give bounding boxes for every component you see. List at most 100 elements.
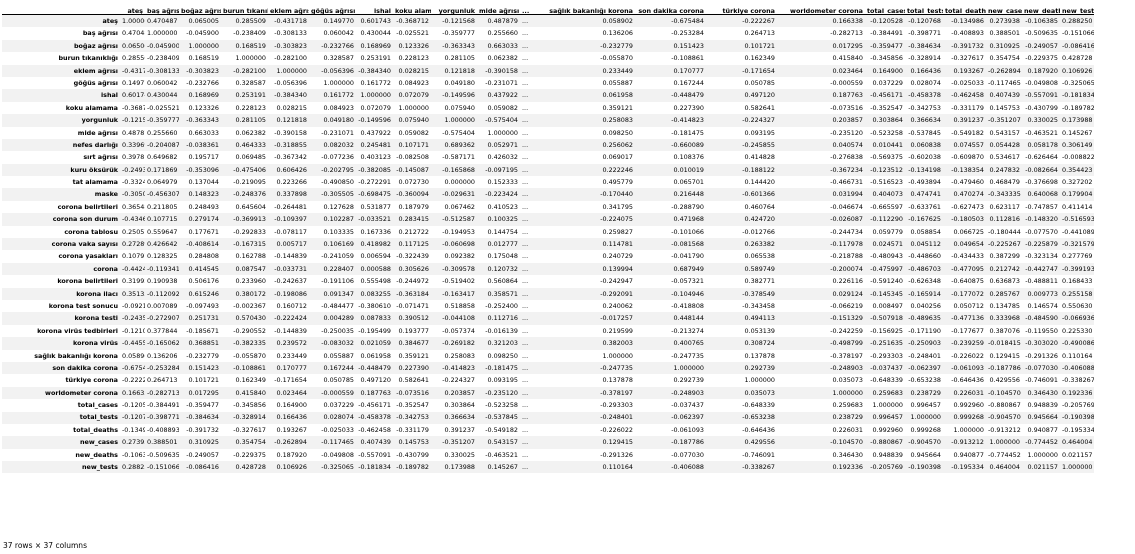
cell-ellipsis: ... xyxy=(522,463,529,472)
table-cell: -0.248376 xyxy=(233,190,266,199)
table-cell: 0.339694 xyxy=(122,140,145,149)
table-cell: 0.550630 xyxy=(1062,301,1093,310)
table-cell: 0.072730 xyxy=(398,178,430,187)
table-cell: 0.129415 xyxy=(989,351,1021,360)
table-cell: -0.414823 xyxy=(442,363,475,372)
table-cell: 0.601743 xyxy=(360,16,392,25)
table-cell: -0.272291 xyxy=(358,178,391,187)
table-cell: 0.058854 xyxy=(910,227,942,236)
table-cell: -0.303823 xyxy=(186,66,219,75)
table-cell: 0.388501 xyxy=(989,29,1021,38)
index-header xyxy=(2,2,120,15)
table-cell: 0.162349 xyxy=(235,376,267,385)
table-cell: -0.037437 xyxy=(870,363,903,372)
cell-ellipsis: ... xyxy=(522,103,529,112)
table-cell: -0.477095 xyxy=(951,264,984,273)
table-cell: 0.570430 xyxy=(235,314,267,323)
table-cell: 0.212742 xyxy=(989,264,1021,273)
table-header: ateşbaş ağrısıboğaz ağrısıburun tıkanıkl… xyxy=(2,2,1094,15)
table-cell: -0.253284 xyxy=(147,363,179,372)
table-cell: -0.000559 xyxy=(830,78,863,87)
table-cell: -0.378549 xyxy=(742,289,775,298)
cell-ellipsis: ... xyxy=(522,264,529,273)
table-cell: -0.264481 xyxy=(274,202,307,211)
table-cell: 0.168519 xyxy=(188,54,220,63)
table-cell: -0.904570 xyxy=(908,438,941,447)
table-cell: 0.285767 xyxy=(989,289,1021,298)
table-cell: -0.746091 xyxy=(742,450,775,459)
table-cell: -0.104570 xyxy=(988,388,1021,397)
table-cell: -0.242259 xyxy=(830,326,863,335)
table-cell: -0.282713 xyxy=(830,29,863,38)
table-cell: 0.397811 xyxy=(122,153,145,162)
table-cell: 0.354754 xyxy=(235,438,267,447)
table-cell: 1.000000 xyxy=(602,351,634,360)
table-cell: 0.024571 xyxy=(872,240,904,249)
table-cell: -0.092182 xyxy=(122,301,145,310)
row-label: mide ağrısı xyxy=(77,128,118,137)
table-cell: 0.054428 xyxy=(989,140,1021,149)
table-cell: -0.033521 xyxy=(358,215,391,224)
table-cell: 0.193267 xyxy=(276,425,308,434)
table-cell: -0.331179 xyxy=(951,103,984,112)
table-cell: -0.149596 xyxy=(358,116,391,125)
table-cell: -0.224327 xyxy=(442,376,475,385)
column-header: new_tests xyxy=(1060,2,1094,15)
row-label: corona son durum xyxy=(52,215,118,224)
table-cell: -0.252400 xyxy=(485,301,518,310)
table-cell: 0.049654 xyxy=(953,240,985,249)
table-cell: -0.549182 xyxy=(485,425,518,434)
row-label: ishal xyxy=(100,91,118,100)
table-cell: -0.253284 xyxy=(671,29,704,38)
table-cell: 0.615246 xyxy=(188,289,220,298)
column-header: ateş xyxy=(120,2,145,15)
row-label: korona test sonucu xyxy=(48,301,118,310)
table-row: yorgunluk -0.121568-0.359777 -0.363343 0.28… xyxy=(2,114,1094,127)
table-cell: 1.000000 xyxy=(953,425,985,434)
table-cell: 0.945664 xyxy=(1027,413,1059,422)
table-cell: 0.559647 xyxy=(147,227,178,236)
table-row: korona ilacı 0.351338-0.112092 0.615246 0.3… xyxy=(2,287,1094,300)
table-cell: -0.249341 xyxy=(122,165,145,174)
table-cell: -0.235120 xyxy=(485,388,518,397)
table-cell: -0.276838 xyxy=(830,153,863,162)
table-cell: -0.484590 xyxy=(1025,314,1058,323)
table-cell: -0.171654 xyxy=(742,66,775,75)
table-row: nefes darlığı 0.339694-0.204087 -0.038361 0… xyxy=(2,138,1094,152)
table-cell: -0.360094 xyxy=(396,190,429,199)
table-cell: 0.000588 xyxy=(360,264,392,273)
table-cell: -0.244734 xyxy=(830,227,863,236)
table-cell: 0.112816 xyxy=(989,215,1021,224)
table-cell: 0.049180 xyxy=(444,78,476,87)
table-row: korona virüs tedbirleri -0.1210640.377844… xyxy=(2,324,1094,338)
table-cell: 0.108376 xyxy=(673,153,705,162)
table-cell: 0.195717 xyxy=(188,153,220,162)
table-cell: -0.121064 xyxy=(122,326,145,335)
table-cell: 0.168433 xyxy=(1062,277,1093,286)
table-cell: 0.272892 xyxy=(122,240,145,249)
row-label: new_tests xyxy=(81,463,118,472)
table-cell: -0.057374 xyxy=(442,326,475,335)
table-cell: 0.192336 xyxy=(1062,388,1093,397)
table-row: maske -0.305005-0.456307 0.148323 -0.248376… xyxy=(2,188,1094,201)
table-cell: -0.456171 xyxy=(358,401,391,410)
table-cell: 0.368851 xyxy=(188,339,220,348)
table-cell: -0.557091 xyxy=(1025,91,1058,100)
table-cell: 0.663033 xyxy=(487,41,519,50)
table-cell: -0.442408 xyxy=(122,264,145,273)
table-cell: -0.120768 xyxy=(908,16,941,25)
table-row: corona son durum -0.4346330.107715 0.27917… xyxy=(2,213,1094,226)
table-cell: -0.191106 xyxy=(321,277,354,286)
table-cell: 0.582641 xyxy=(744,103,776,112)
table-cell: -0.229375 xyxy=(233,450,266,459)
table-cell: 0.623117 xyxy=(989,202,1021,211)
table-cell: 0.004289 xyxy=(323,314,355,323)
table-cell: -0.073516 xyxy=(396,388,429,397)
table-cell: -0.239259 xyxy=(951,339,984,348)
table-cell: -0.382335 xyxy=(233,339,266,348)
table-cell: -0.626464 xyxy=(1025,153,1058,162)
table-cell: -0.002367 xyxy=(233,301,266,310)
table-cell: 0.227390 xyxy=(673,103,705,112)
table-cell: 0.380172 xyxy=(235,289,267,298)
table-cell: -0.431718 xyxy=(274,16,307,25)
